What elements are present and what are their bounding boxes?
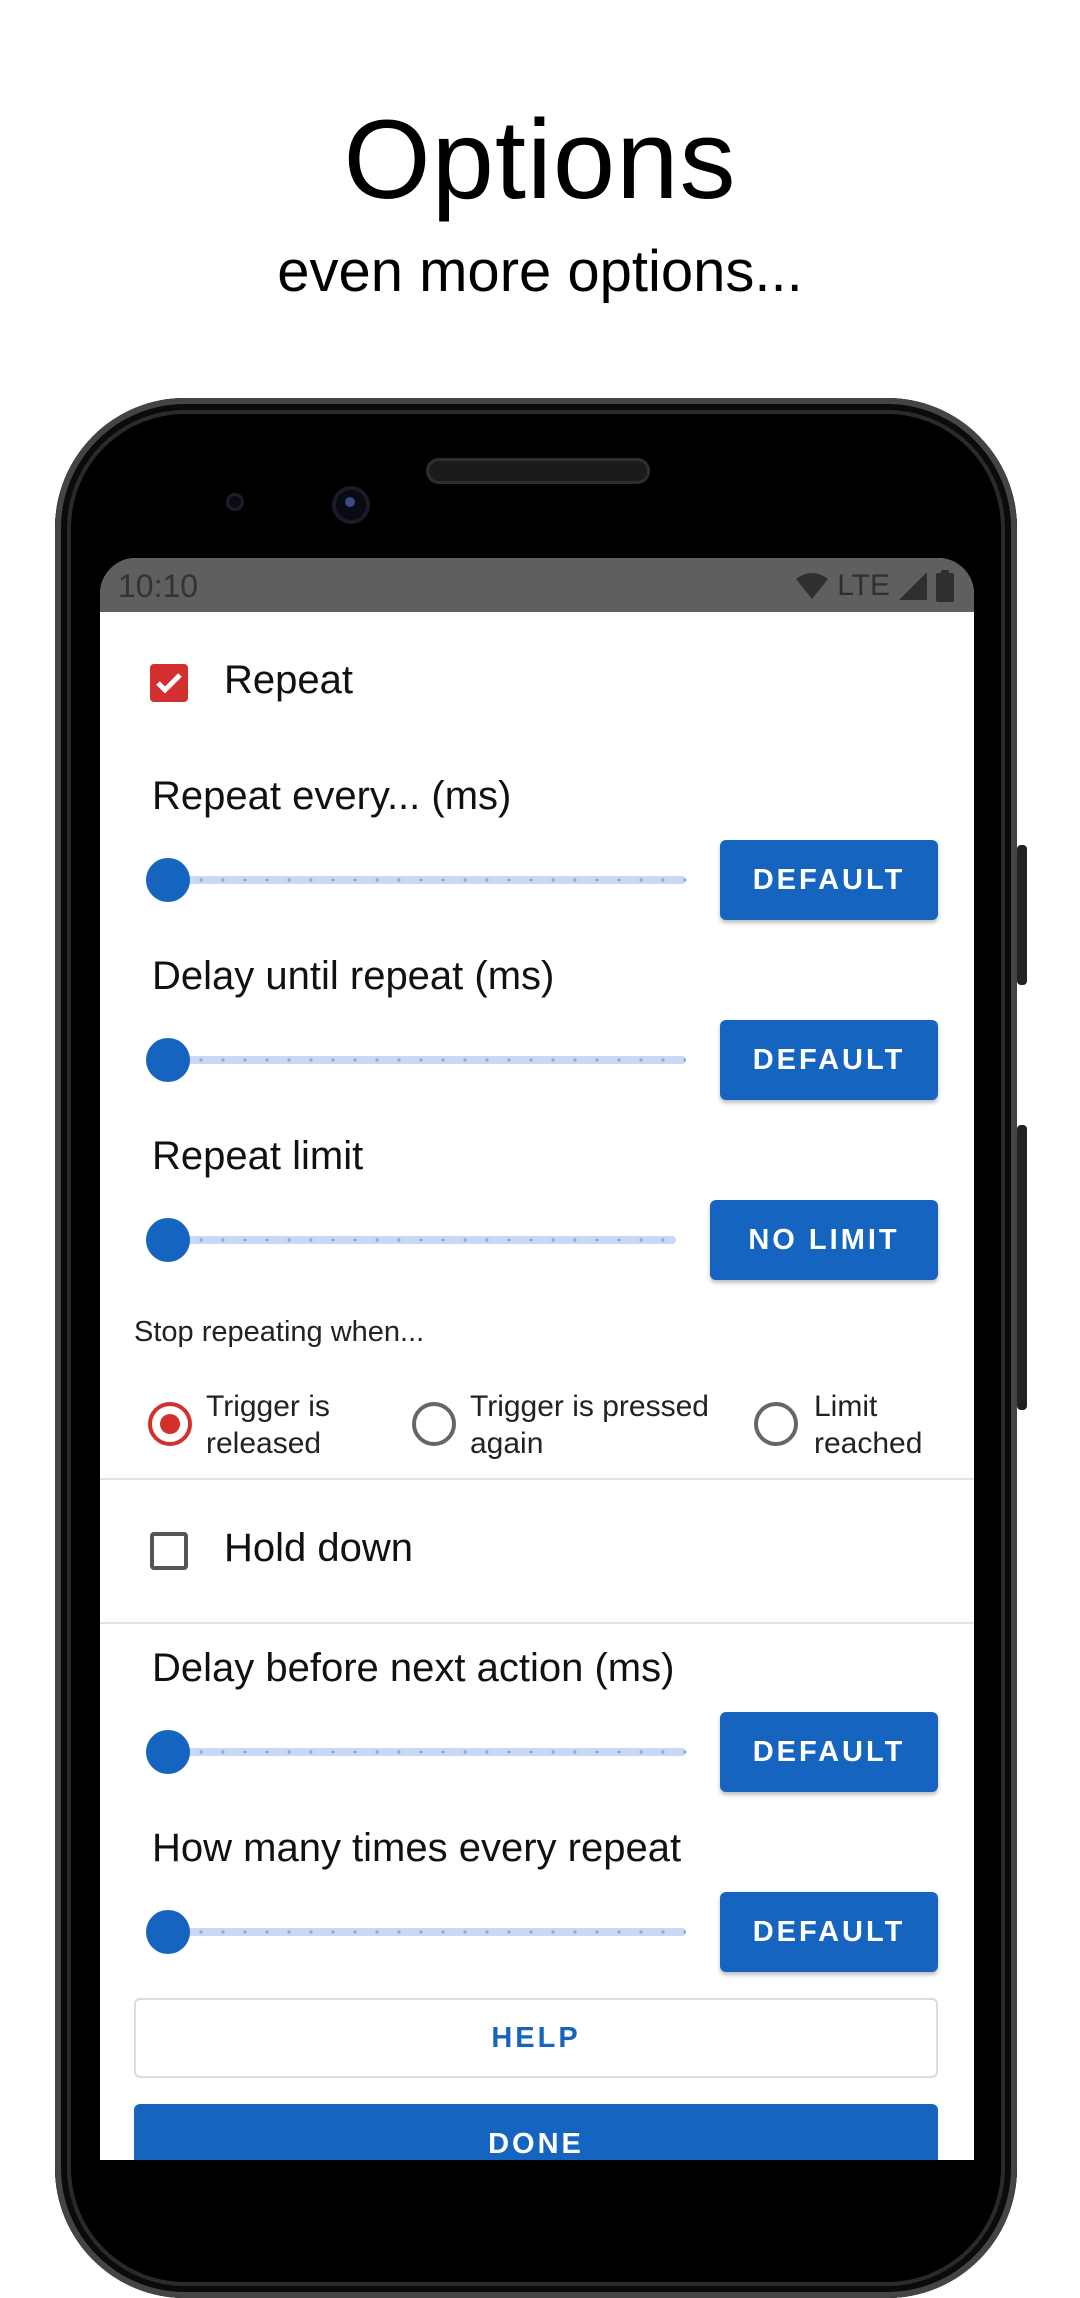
- times-every-repeat-slider-track[interactable]: [168, 1928, 686, 1936]
- radio-trigger-pressed-again-label[interactable]: Trigger is pressed again: [470, 1388, 709, 1462]
- repeat-label: Repeat: [224, 658, 353, 702]
- repeat-limit-slider-track[interactable]: [168, 1236, 676, 1244]
- delay-before-next-default-button[interactable]: DEFAULT: [720, 1712, 938, 1792]
- delay-before-next-slider-thumb[interactable]: [146, 1730, 190, 1774]
- power-button: [1017, 1125, 1027, 1410]
- page-title: Options: [343, 97, 737, 222]
- radio-trigger-released[interactable]: [148, 1402, 192, 1446]
- repeat-every-slider-track[interactable]: [168, 876, 686, 884]
- times-every-repeat-slider-thumb[interactable]: [146, 1910, 190, 1954]
- delay-until-repeat-label: Delay until repeat (ms): [152, 954, 555, 998]
- delay-until-repeat-slider-thumb[interactable]: [146, 1038, 190, 1082]
- repeat-every-default-button[interactable]: DEFAULT: [720, 840, 938, 920]
- phone-screen: 10:10 LTE Repeat Repeat every... (ms) DE…: [100, 558, 974, 2160]
- repeat-checkbox[interactable]: [150, 664, 188, 702]
- hold-down-checkbox[interactable]: [150, 1532, 188, 1570]
- radio-trigger-released-label[interactable]: Trigger is released: [206, 1388, 330, 1462]
- times-every-repeat-default-button[interactable]: DEFAULT: [720, 1892, 938, 1972]
- delay-before-next-slider-track[interactable]: [168, 1748, 686, 1756]
- stop-repeating-label: Stop repeating when...: [134, 1316, 425, 1348]
- radio-limit-reached-label[interactable]: Limit reached: [814, 1388, 922, 1462]
- repeat-limit-slider-thumb[interactable]: [146, 1218, 190, 1262]
- front-camera: [332, 486, 370, 524]
- divider: [100, 1478, 974, 1480]
- radio-trigger-pressed-again[interactable]: [412, 1402, 456, 1446]
- repeat-limit-no-limit-button[interactable]: NO LIMIT: [710, 1200, 938, 1280]
- front-sensor: [226, 493, 244, 511]
- help-button[interactable]: HELP: [134, 1998, 938, 2078]
- wifi-icon: [796, 573, 829, 599]
- earpiece-speaker: [426, 458, 650, 484]
- network-type: LTE: [837, 569, 890, 602]
- signal-icon: [899, 572, 927, 600]
- times-every-repeat-label: How many times every repeat: [152, 1826, 682, 1870]
- battery-icon: [936, 570, 954, 602]
- divider: [100, 1622, 974, 1624]
- status-time: 10:10: [118, 568, 199, 604]
- done-button[interactable]: DONE: [134, 2104, 938, 2160]
- repeat-every-slider-thumb[interactable]: [146, 858, 190, 902]
- delay-until-repeat-slider-track[interactable]: [168, 1056, 686, 1064]
- repeat-limit-label: Repeat limit: [152, 1134, 364, 1178]
- checkmark-icon: [156, 673, 182, 694]
- page-subtitle: even more options...: [277, 239, 803, 304]
- status-bar: 10:10 LTE: [100, 558, 974, 612]
- repeat-every-label: Repeat every... (ms): [152, 774, 512, 818]
- hold-down-label: Hold down: [224, 1526, 414, 1570]
- volume-button: [1017, 845, 1027, 985]
- delay-until-repeat-default-button[interactable]: DEFAULT: [720, 1020, 938, 1100]
- radio-limit-reached[interactable]: [754, 1402, 798, 1446]
- delay-before-next-label: Delay before next action (ms): [152, 1646, 675, 1690]
